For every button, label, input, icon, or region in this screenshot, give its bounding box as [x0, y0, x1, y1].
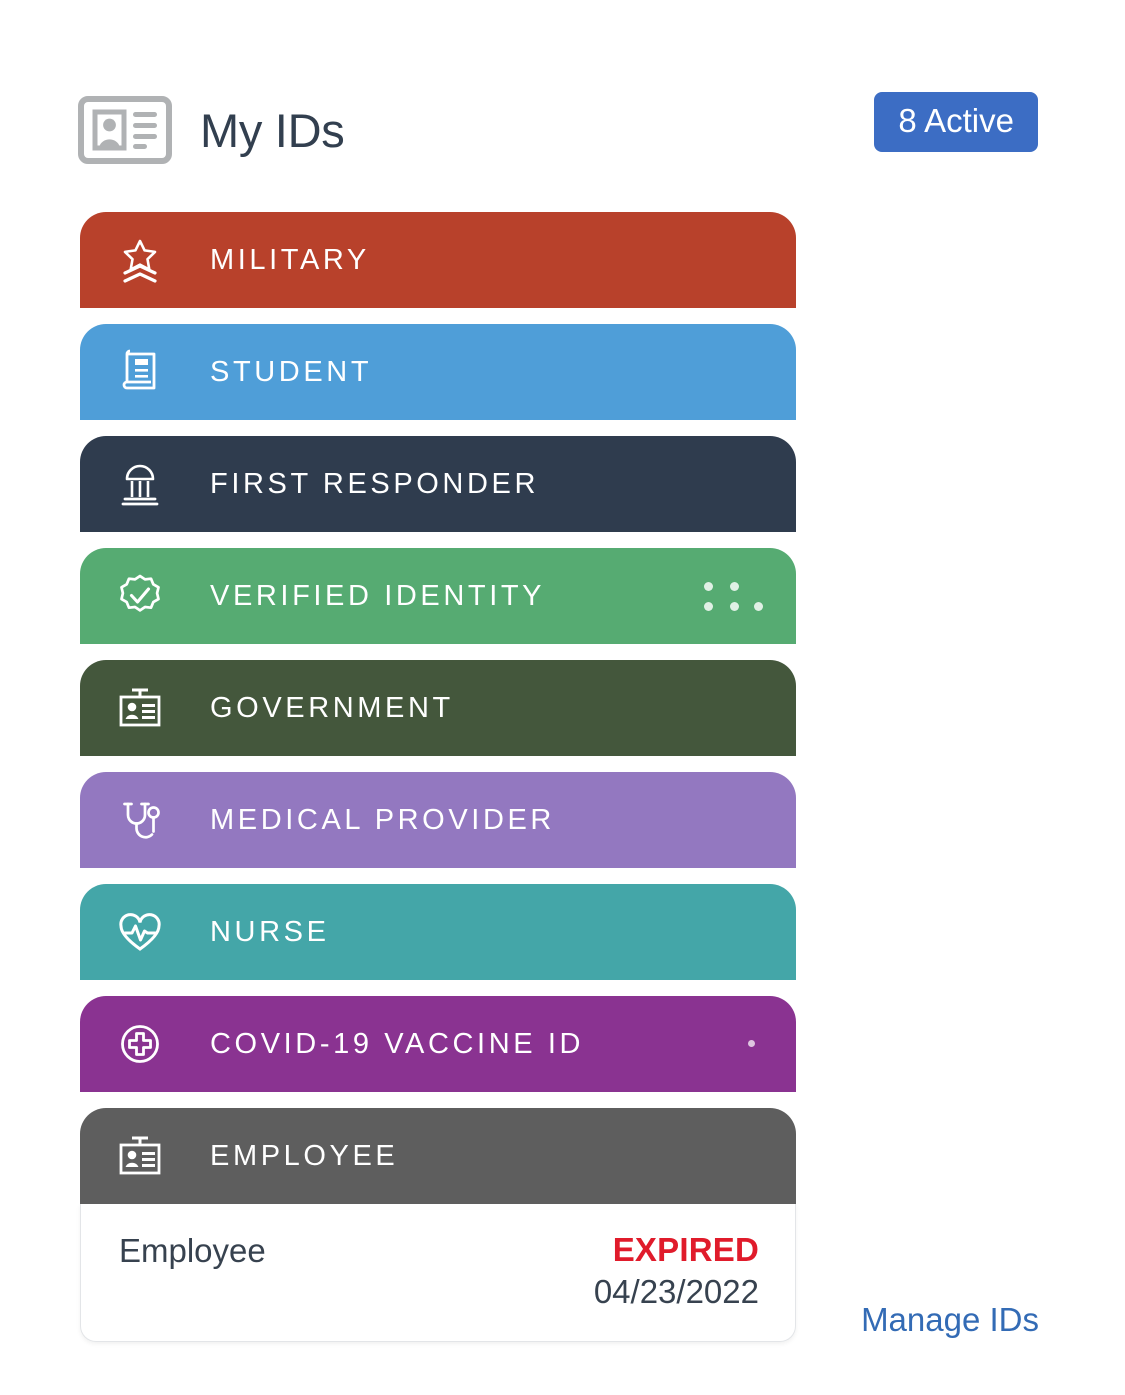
id-card-covid-19-vaccine[interactable]: COVID-19 VACCINE ID — [80, 996, 796, 1092]
id-badge-icon — [119, 1136, 161, 1175]
header-title-group: My IDs — [78, 96, 345, 164]
id-card-government[interactable]: GOVERNMENT — [80, 660, 796, 756]
id-badge-icon — [119, 688, 161, 727]
employee-status-group: EXPIRED 04/23/2022 — [594, 1230, 759, 1311]
expiration-date: 04/23/2022 — [593, 1272, 759, 1310]
widget-header: My IDs 8 Active — [78, 88, 1038, 172]
id-card-label: COVID-19 VACCINE ID — [210, 1027, 585, 1060]
id-card-label: STUDENT — [210, 355, 373, 388]
page-title: My IDs — [200, 103, 345, 157]
status-dot-icon[interactable] — [696, 1026, 760, 1062]
id-card-verified-identity[interactable]: VERIFIED IDENTITY — [80, 548, 796, 644]
id-card-stack: MILITARY STUDENT FIRST RESPONDER VERIFIE… — [80, 212, 796, 1343]
id-card-employee[interactable]: EMPLOYEE — [80, 1108, 796, 1204]
verified-badge-check-icon — [120, 574, 160, 612]
id-card-label: EMPLOYEE — [210, 1139, 399, 1172]
id-card-first-responder[interactable]: FIRST RESPONDER — [80, 436, 796, 532]
medical-cross-circle-icon — [121, 1025, 159, 1063]
id-card-employee-expanded: EMPLOYEE Employee EXPIRED 04/23/2022 — [80, 1108, 796, 1343]
active-count-badge[interactable]: 8 Active — [874, 92, 1038, 152]
status-badge: EXPIRED — [612, 1231, 759, 1268]
employee-detail-panel: Employee EXPIRED 04/23/2022 — [80, 1204, 796, 1343]
id-card-nurse[interactable]: NURSE — [80, 884, 796, 980]
id-card-military[interactable]: MILITARY — [80, 212, 796, 308]
id-card-label: MEDICAL PROVIDER — [210, 803, 555, 836]
id-card-icon — [78, 96, 172, 164]
id-card-medical-provider[interactable]: MEDICAL PROVIDER — [80, 772, 796, 868]
manage-ids-link[interactable]: Manage IDs — [861, 1303, 1039, 1336]
id-card-label: VERIFIED IDENTITY — [210, 579, 546, 612]
id-card-student[interactable]: STUDENT — [80, 324, 796, 420]
id-card-label: GOVERNMENT — [210, 691, 454, 724]
military-rank-star-icon — [123, 239, 157, 283]
id-card-label: FIRST RESPONDER — [210, 467, 540, 500]
employee-name: Employee — [119, 1232, 266, 1269]
id-card-label: MILITARY — [210, 243, 370, 276]
institution-building-icon — [121, 464, 159, 506]
stethoscope-icon — [123, 802, 160, 839]
my-ids-widget: My IDs 8 Active MILITARY STUDENT FIRST R… — [0, 0, 1125, 1395]
book-icon — [122, 349, 156, 390]
id-card-label: NURSE — [210, 915, 330, 948]
drag-handle-dots-icon[interactable] — [696, 578, 763, 614]
heart-pulse-icon — [119, 913, 161, 951]
